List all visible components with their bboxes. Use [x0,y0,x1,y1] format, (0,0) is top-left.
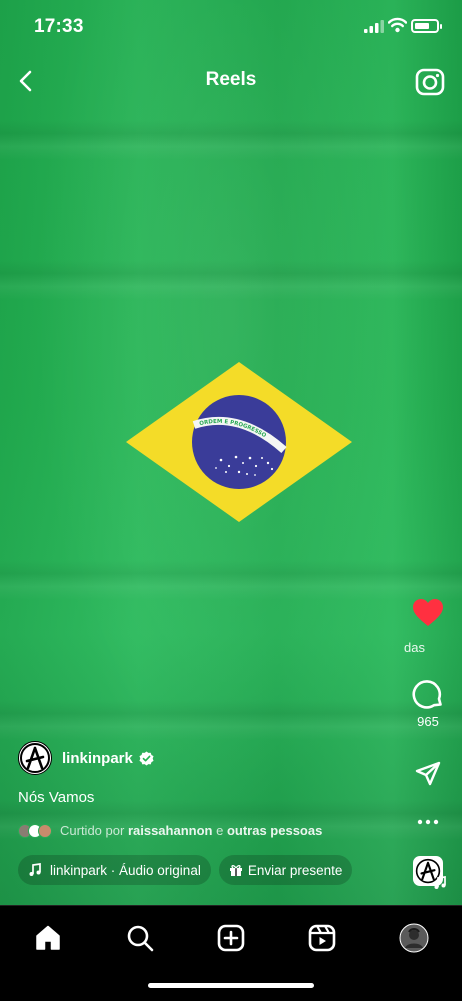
audio-label: linkinpark · Áudio original [50,862,201,878]
status-bar: 17:33 [0,0,462,56]
status-time: 17:33 [34,16,84,37]
heart-filled-icon [413,599,443,626]
comment-icon [412,680,442,709]
nav-home[interactable] [30,920,66,956]
author-username[interactable]: linkinpark [62,750,133,767]
gift-label: Enviar presente [247,862,343,878]
liked-user[interactable]: raissahannon [128,823,213,838]
nav-search[interactable] [122,920,158,956]
gift-pill[interactable]: Enviar presente [218,855,353,885]
verified-badge-icon [139,750,154,766]
avatar[interactable] [18,741,52,775]
plus-square-icon [217,924,245,952]
nav-reels[interactable] [304,920,340,956]
liker-avatar [38,823,52,838]
home-indicator [148,983,314,988]
more-horizontal-icon [417,819,439,825]
nav-create[interactable] [213,920,249,956]
send-icon [415,761,441,786]
brazil-flag: ORDEM E PROGRESSO [126,362,352,522]
post-pills: linkinpark · Áudio original Enviar prese… [18,855,353,885]
nav-profile[interactable] [396,920,432,956]
home-icon [36,925,60,950]
camera-button[interactable] [414,66,446,98]
linkinpark-logo-icon [20,743,50,773]
post-author[interactable]: linkinpark [18,740,154,776]
reels-icon [308,924,336,952]
music-note-icon [434,876,446,889]
share-button[interactable] [400,760,456,788]
wifi-icon [388,17,407,33]
comment-button[interactable]: 965 [400,678,456,729]
liked-others[interactable]: outras pessoas [227,823,322,838]
gift-icon [229,865,242,876]
liked-prefix: Curtido por [60,823,125,838]
post-caption[interactable]: Nós Vamos [18,789,94,806]
like-button[interactable] [400,598,456,628]
likes-count[interactable]: das [404,640,425,655]
audio-thumbnail[interactable] [413,856,446,889]
liked-conj: e [216,823,224,838]
liked-by[interactable]: Curtido por raissahannon e outras pessoa… [18,823,322,838]
page-title: Reels [205,69,257,90]
camera-icon [415,68,445,96]
profile-avatar [399,923,429,953]
more-options-button[interactable] [400,812,456,832]
reels-header: Reels [0,60,462,104]
comments-count: 965 [417,714,439,729]
search-icon [127,925,154,952]
battery-icon [411,19,442,33]
music-note-icon [29,863,41,876]
audio-pill[interactable]: linkinpark · Áudio original [18,855,211,885]
cellular-signal-icon [364,20,384,33]
